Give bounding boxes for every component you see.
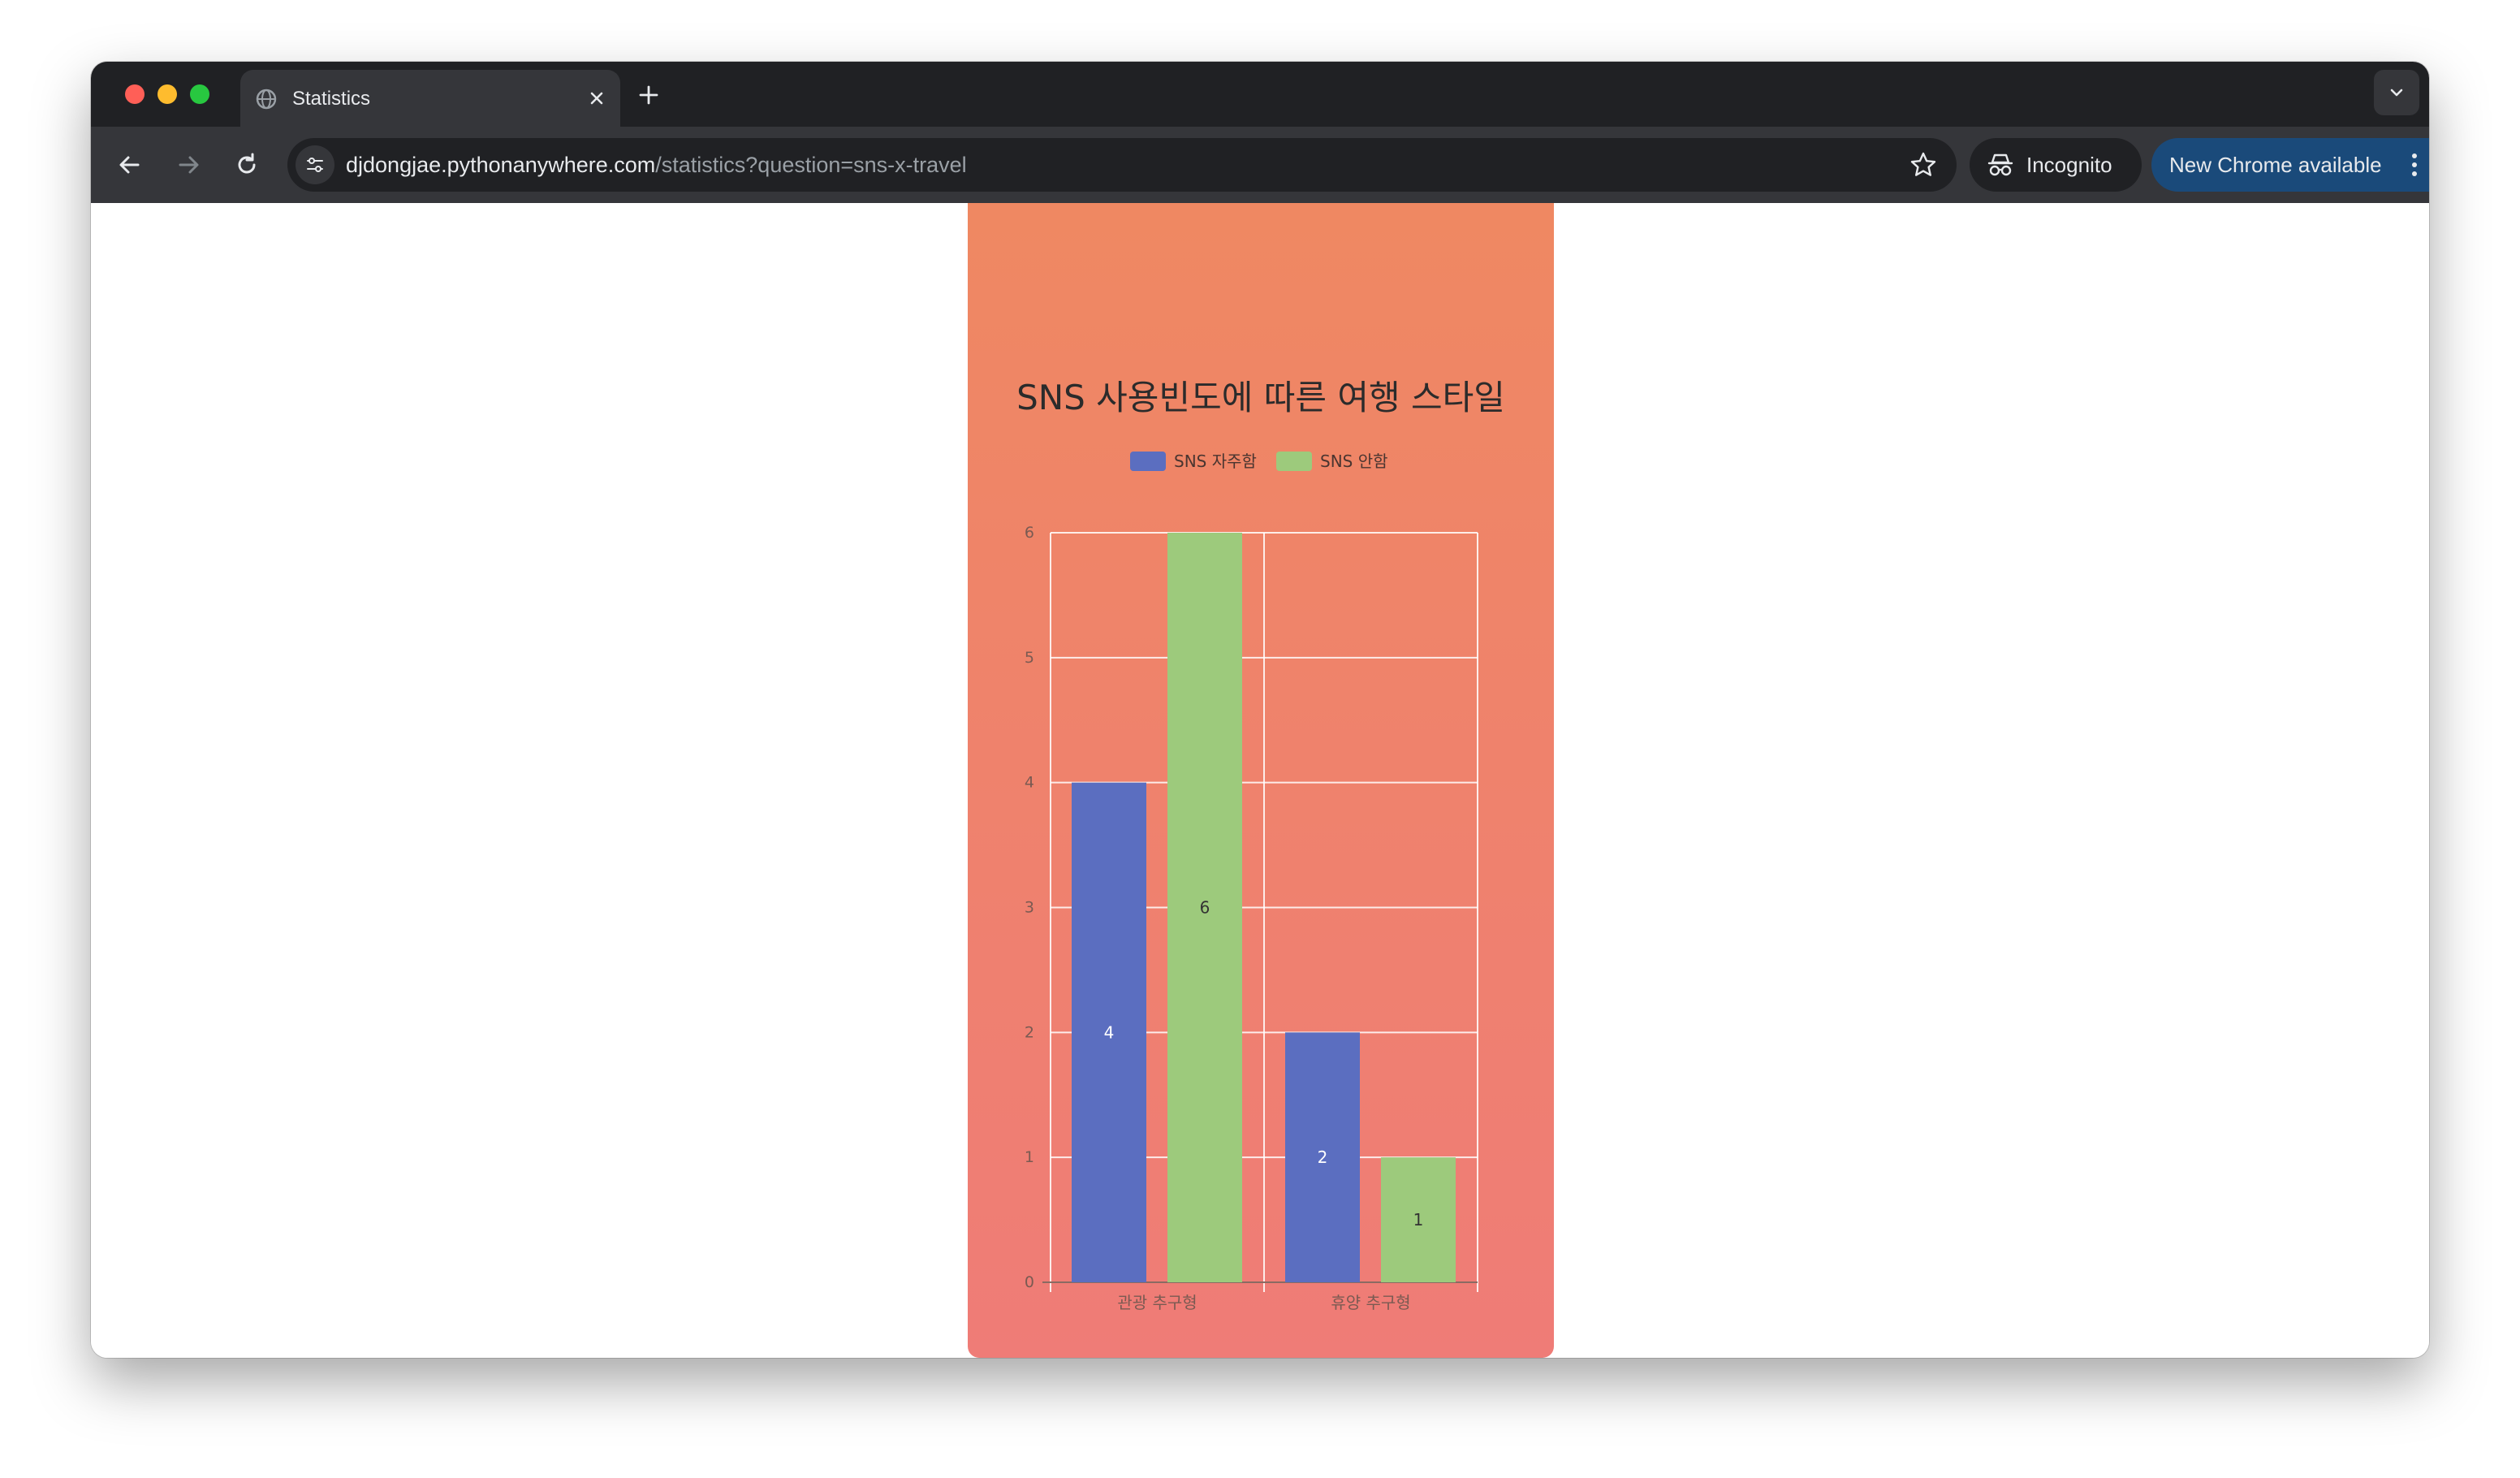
y-tick-label: 0 bbox=[1025, 1273, 1034, 1291]
y-tick-label: 5 bbox=[1025, 649, 1034, 667]
new-chrome-available-button[interactable]: New Chrome available bbox=[2151, 138, 2429, 192]
bar-data-label: 1 bbox=[1413, 1210, 1424, 1230]
tune-icon bbox=[307, 158, 323, 172]
browser-toolbar: djdongjae.pythonanywhere.com/statistics?… bbox=[91, 127, 2429, 203]
legend-swatch bbox=[1130, 452, 1166, 471]
y-tick-label: 4 bbox=[1025, 774, 1034, 792]
url-text: djdongjae.pythonanywhere.com/statistics?… bbox=[346, 151, 967, 179]
browser-window: Statistics djdongjae.pythonanywhere.com/… bbox=[91, 62, 2429, 1358]
legend-label: SNS 안함 bbox=[1320, 452, 1388, 471]
chart-title: SNS 사용빈도에 따른 여행 스타일 bbox=[1016, 378, 1505, 417]
y-tick-label: 2 bbox=[1025, 1023, 1034, 1041]
url-path: /statistics?question=sns-x-travel bbox=[655, 153, 967, 177]
chart-legend: SNS 자주함 SNS 안함 bbox=[1130, 452, 1388, 471]
globe-icon bbox=[256, 89, 277, 110]
plot-area: 0 1 2 3 4 5 6 4 6 관광 추구형 2 1 휴양 추구형 bbox=[1025, 524, 1478, 1312]
tab-statistics[interactable]: Statistics bbox=[240, 70, 620, 127]
x-tick-label: 휴양 추구형 bbox=[1331, 1293, 1410, 1312]
bar-data-label: 4 bbox=[1104, 1022, 1115, 1042]
bar-data-label: 2 bbox=[1318, 1147, 1328, 1167]
tab-strip: Statistics bbox=[91, 62, 2429, 127]
page-content: SNS 사용빈도에 따른 여행 스타일 SNS 자주함 SNS 안함 0 1 2 3 4 5… bbox=[91, 203, 2429, 1358]
update-label: New Chrome available bbox=[2169, 153, 2382, 177]
reload-icon[interactable] bbox=[231, 149, 263, 181]
legend-swatch bbox=[1276, 452, 1312, 471]
bar-data-label: 6 bbox=[1200, 898, 1210, 918]
back-arrow-icon[interactable] bbox=[114, 149, 146, 181]
incognito-label: Incognito bbox=[2026, 153, 2112, 177]
new-tab-icon[interactable] bbox=[636, 83, 661, 107]
close-window-button[interactable] bbox=[125, 84, 145, 104]
minimize-window-button[interactable] bbox=[158, 84, 177, 104]
x-tick-label: 관광 추구형 bbox=[1117, 1293, 1197, 1312]
close-icon[interactable] bbox=[585, 86, 609, 110]
bookmark-star-icon[interactable] bbox=[1909, 151, 1937, 179]
tab-search-button[interactable] bbox=[2374, 70, 2419, 115]
site-info-button[interactable] bbox=[296, 145, 334, 184]
more-vert-icon[interactable] bbox=[2408, 152, 2421, 178]
incognito-button[interactable]: Incognito bbox=[1970, 138, 2142, 192]
y-tick-label: 1 bbox=[1025, 1148, 1034, 1166]
forward-arrow-icon[interactable] bbox=[172, 149, 205, 181]
y-tick-label: 3 bbox=[1025, 899, 1034, 917]
address-bar[interactable]: djdongjae.pythonanywhere.com/statistics?… bbox=[287, 138, 1957, 192]
legend-label: SNS 자주함 bbox=[1174, 452, 1257, 471]
tab-title: Statistics bbox=[292, 88, 371, 110]
incognito-icon bbox=[1987, 153, 2013, 176]
statistics-card: SNS 사용빈도에 따른 여행 스타일 SNS 자주함 SNS 안함 0 1 2 3 4 5… bbox=[968, 203, 1554, 1358]
bar-chart: SNS 사용빈도에 따른 여행 스타일 SNS 자주함 SNS 안함 0 1 2 3 4 5… bbox=[1016, 378, 1505, 1312]
y-tick-label: 6 bbox=[1025, 524, 1034, 542]
maximize-window-button[interactable] bbox=[190, 84, 209, 104]
chevron-down-icon bbox=[2390, 89, 2403, 97]
url-host: djdongjae.pythonanywhere.com bbox=[346, 153, 656, 177]
